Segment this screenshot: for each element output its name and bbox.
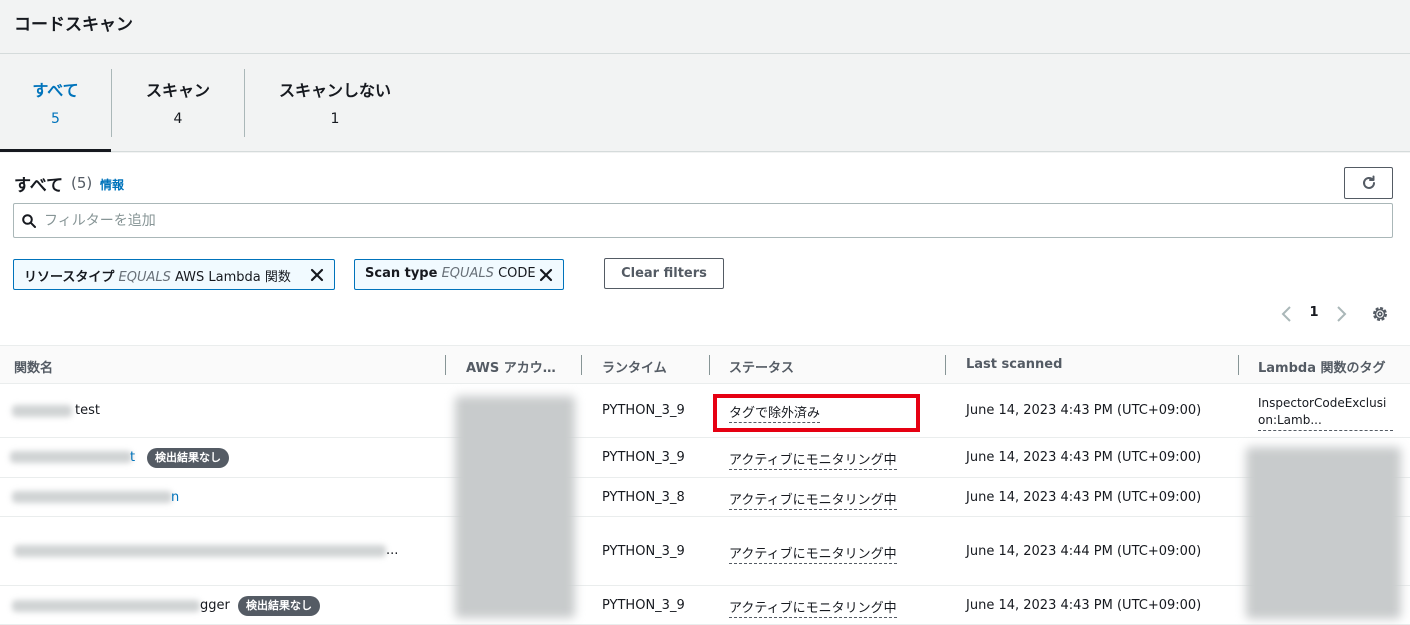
table-row: gger 検出結果なし PYTHON_3_9 アクティブにモニタリング中 Jun… bbox=[0, 586, 1410, 625]
tab-count: 4 bbox=[173, 111, 183, 127]
function-name[interactable]: n bbox=[171, 490, 179, 505]
clear-filters-button[interactable]: Clear filters bbox=[604, 258, 724, 289]
status[interactable]: アクティブにモニタリング中 bbox=[729, 543, 897, 564]
status-badge: 検出結果なし bbox=[238, 596, 320, 616]
status[interactable]: アクティブにモニタリング中 bbox=[729, 489, 897, 510]
page-header: コードスキャン bbox=[0, 0, 1410, 54]
runtime: PYTHON_3_9 bbox=[602, 403, 685, 418]
redacted-account-ids bbox=[455, 396, 575, 618]
column-divider[interactable] bbox=[945, 355, 946, 375]
table-row: ... PYTHON_3_9 アクティブにモニタリング中 June 14, 20… bbox=[0, 517, 1410, 586]
last-scanned: June 14, 2023 4:43 PM (UTC+09:00) bbox=[966, 490, 1202, 505]
tab-no-scan[interactable]: スキャンしない 1 bbox=[245, 55, 425, 151]
runtime: PYTHON_3_9 bbox=[602, 450, 685, 465]
column-divider[interactable] bbox=[581, 355, 582, 375]
redacted-name bbox=[14, 545, 386, 557]
column-header-status[interactable]: ステータス bbox=[729, 357, 794, 376]
function-name[interactable]: t bbox=[130, 450, 135, 465]
filter-operator: EQUALS bbox=[118, 270, 171, 285]
column-divider[interactable] bbox=[445, 355, 446, 375]
tab-scan[interactable]: スキャン 4 bbox=[112, 55, 244, 151]
last-scanned: June 14, 2023 4:43 PM (UTC+09:00) bbox=[966, 598, 1202, 613]
refresh-icon bbox=[1363, 175, 1375, 189]
panel-count: (5) bbox=[71, 174, 93, 192]
column-header-function-name[interactable]: 関数名 bbox=[14, 357, 53, 376]
tab-all[interactable]: すべて 5 bbox=[0, 55, 111, 152]
chevron-left-icon[interactable] bbox=[1278, 304, 1296, 324]
column-header-aws-account[interactable]: AWS アカウ… bbox=[466, 357, 556, 376]
last-scanned: June 14, 2023 4:43 PM (UTC+09:00) bbox=[966, 403, 1202, 418]
status-badge: 検出結果なし bbox=[147, 448, 229, 468]
info-link[interactable]: 情報 bbox=[100, 176, 124, 193]
column-header-lambda-tags[interactable]: Lambda 関数のタグ bbox=[1258, 357, 1386, 376]
search-field[interactable] bbox=[13, 203, 1393, 238]
gear-icon[interactable] bbox=[1370, 304, 1390, 324]
filter-value: CODE bbox=[498, 266, 536, 281]
runtime: PYTHON_3_9 bbox=[602, 544, 685, 559]
chevron-right-icon[interactable] bbox=[1332, 304, 1350, 324]
status[interactable]: アクティブにモニタリング中 bbox=[729, 597, 897, 618]
filter-token-scan-type: Scan type EQUALS CODE bbox=[354, 259, 564, 290]
lambda-tag-text: InspectorCodeExclusi bbox=[1258, 396, 1387, 410]
tab-count: 1 bbox=[330, 111, 340, 127]
column-header-last-scanned[interactable]: Last scanned bbox=[966, 357, 1062, 372]
filter-key: リソースタイプ bbox=[24, 270, 115, 285]
table-row: n PYTHON_3_8 アクティブにモニタリング中 June 14, 2023… bbox=[0, 478, 1410, 517]
close-icon[interactable] bbox=[537, 266, 555, 284]
function-name[interactable]: ... bbox=[386, 543, 398, 558]
redacted-name bbox=[10, 451, 132, 463]
function-name[interactable]: gger bbox=[200, 598, 230, 613]
scan-tabs: すべて 5 スキャン 4 スキャンしない 1 bbox=[0, 55, 1410, 152]
redacted-name bbox=[12, 600, 200, 612]
last-scanned: June 14, 2023 4:44 PM (UTC+09:00) bbox=[966, 544, 1202, 559]
search-icon bbox=[22, 214, 36, 228]
tab-label: スキャン bbox=[145, 81, 210, 100]
close-icon[interactable] bbox=[308, 266, 326, 284]
status[interactable]: アクティブにモニタリング中 bbox=[729, 449, 897, 470]
refresh-button[interactable] bbox=[1344, 167, 1393, 199]
last-scanned: June 14, 2023 4:43 PM (UTC+09:00) bbox=[966, 450, 1202, 465]
tab-count: 5 bbox=[51, 111, 60, 127]
tab-label: スキャンしない bbox=[278, 81, 391, 100]
filter-token-resource-type: リソースタイプ EQUALS AWS Lambda 関数 bbox=[13, 259, 335, 290]
runtime: PYTHON_3_8 bbox=[602, 490, 685, 505]
column-divider[interactable] bbox=[709, 355, 710, 375]
lambda-tag-text: on:Lamb... bbox=[1258, 413, 1322, 427]
runtime: PYTHON_3_9 bbox=[602, 598, 685, 613]
filter-value: AWS Lambda 関数 bbox=[175, 270, 291, 285]
function-name[interactable]: test bbox=[75, 403, 100, 418]
table-row: t 検出結果なし PYTHON_3_9 アクティブにモニタリング中 June 1… bbox=[0, 438, 1410, 478]
panel-title: すべて bbox=[14, 176, 64, 196]
filter-operator: EQUALS bbox=[441, 266, 494, 281]
page-number[interactable]: 1 bbox=[1308, 305, 1320, 320]
highlight-box bbox=[713, 394, 920, 432]
table-header: 関数名 AWS アカウ… ランタイム ステータス Last scanned La… bbox=[0, 345, 1410, 384]
redacted-tags bbox=[1246, 447, 1401, 619]
table-row: test PYTHON_3_9 タグで除外済み June 14, 2023 4:… bbox=[0, 385, 1410, 438]
page-title: コードスキャン bbox=[14, 15, 133, 35]
functions-panel: すべて (5) 情報 リソースタイプ EQUALS AWS Lambda 関数 … bbox=[0, 153, 1410, 625]
redacted-name bbox=[12, 405, 72, 417]
column-header-runtime[interactable]: ランタイム bbox=[602, 357, 667, 376]
lambda-tags[interactable]: InspectorCodeExclusi on:Lamb... bbox=[1258, 395, 1393, 431]
search-input[interactable] bbox=[44, 209, 1374, 233]
column-divider[interactable] bbox=[1238, 355, 1239, 375]
tab-label: すべて bbox=[32, 81, 79, 100]
redacted-name bbox=[12, 491, 172, 503]
filter-key: Scan type bbox=[365, 266, 438, 281]
